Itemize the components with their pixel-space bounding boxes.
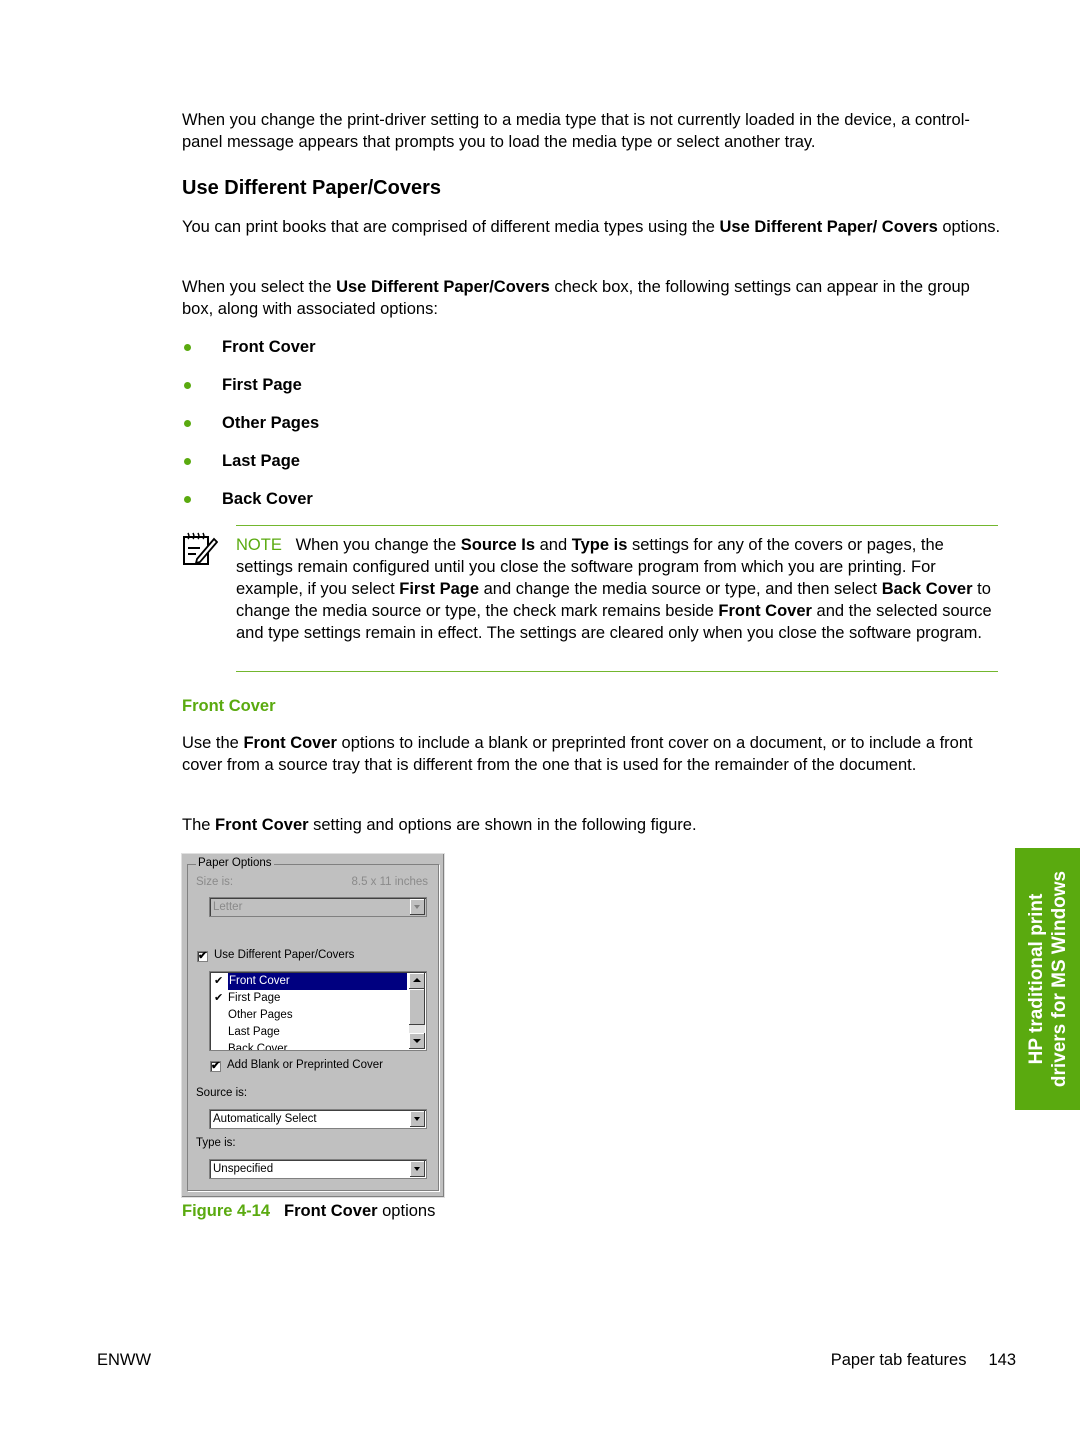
side-tab-line-1: HP traditional print: [1025, 893, 1047, 1065]
add-blank-cover-checkbox[interactable]: ✔: [210, 1061, 221, 1072]
bullet-icon: [184, 496, 191, 503]
list-item: Back Cover: [182, 488, 319, 526]
section-paragraph-1: You can print books that are comprised o…: [182, 218, 1001, 236]
chapter-side-tab[interactable]: HP traditional print drivers for MS Wind…: [1015, 848, 1080, 1110]
list-item: First Page: [182, 374, 319, 412]
note-top-rule: [236, 525, 998, 526]
list-item-first-page[interactable]: ✔ First Page: [212, 990, 407, 1007]
note-text: NOTE When you change the Source Is and T…: [236, 536, 992, 642]
settings-list: Front Cover First Page Other Pages Last …: [182, 336, 319, 526]
list-item: Last Page: [182, 450, 319, 488]
list-scrollbar[interactable]: [409, 973, 425, 1049]
checkmark-icon: ✔: [214, 975, 224, 987]
size-label: Size is:: [196, 876, 234, 888]
bullet-icon: [184, 420, 191, 427]
source-label: Source is:: [196, 1087, 248, 1099]
subsection-heading: Front Cover: [182, 697, 276, 715]
footer-left: ENWW: [97, 1351, 152, 1369]
list-item: Front Cover: [182, 336, 319, 374]
list-item: Other Pages: [182, 412, 319, 450]
side-tab-line-2: drivers for MS Windows: [1048, 870, 1070, 1088]
section-heading: Use Different Paper/Covers: [182, 177, 441, 199]
chevron-down-icon[interactable]: [410, 1161, 425, 1177]
page-number: 143: [988, 1351, 1016, 1369]
size-combo[interactable]: Letter: [209, 897, 427, 917]
source-combo[interactable]: Automatically Select: [209, 1109, 427, 1129]
chevron-down-icon[interactable]: [410, 899, 425, 915]
intro-paragraph: When you change the print-driver setting…: [182, 111, 970, 151]
type-combo[interactable]: Unspecified: [209, 1159, 427, 1179]
paper-options-group: Paper Options Size is: 8.5 x 11 inches L…: [187, 857, 439, 1191]
note-bottom-rule: [236, 671, 998, 672]
bullet-icon: [184, 382, 191, 389]
list-item-front-cover[interactable]: ✔ Front Cover: [212, 973, 407, 990]
footer-section: Paper tab features: [830, 1351, 967, 1369]
group-title: Paper Options: [196, 857, 274, 869]
type-label: Type is:: [196, 1137, 236, 1149]
footer-right: Paper tab features 143: [831, 1351, 1016, 1370]
chevron-down-icon[interactable]: [410, 1111, 425, 1127]
use-different-paper-label: Use Different Paper/Covers: [214, 949, 355, 961]
bullet-icon: [184, 344, 191, 351]
section-paragraph-2: When you select the Use Different Paper/…: [182, 278, 970, 318]
scroll-thumb[interactable]: [409, 989, 425, 1025]
figure-caption: Figure 4-14 Front Cover options: [182, 1202, 436, 1220]
front-cover-paragraph-2: The Front Cover setting and options are …: [182, 816, 697, 834]
bullet-icon: [184, 458, 191, 465]
figure-number: Figure 4-14: [182, 1202, 271, 1220]
note-label: NOTE: [236, 536, 282, 554]
scroll-up-icon[interactable]: [409, 973, 425, 989]
covers-listbox[interactable]: ✔ Front Cover ✔ First Page Other Pages Las…: [209, 971, 427, 1051]
note-pencil-icon: [183, 532, 218, 565]
list-item-last-page[interactable]: Last Page: [212, 1024, 407, 1041]
use-different-paper-checkbox[interactable]: ✔: [197, 951, 208, 962]
scroll-down-icon[interactable]: [409, 1033, 425, 1049]
add-blank-cover-label: Add Blank or Preprinted Cover: [227, 1059, 383, 1071]
front-cover-paragraph-1: Use the Front Cover options to include a…: [182, 734, 973, 774]
list-item-back-cover[interactable]: Back Cover: [212, 1041, 407, 1050]
checkmark-icon: ✔: [214, 992, 224, 1004]
size-value: 8.5 x 11 inches: [351, 876, 428, 888]
list-item-other-pages[interactable]: Other Pages: [212, 1007, 407, 1024]
paper-options-dialog: Paper Options Size is: 8.5 x 11 inches L…: [181, 853, 445, 1198]
